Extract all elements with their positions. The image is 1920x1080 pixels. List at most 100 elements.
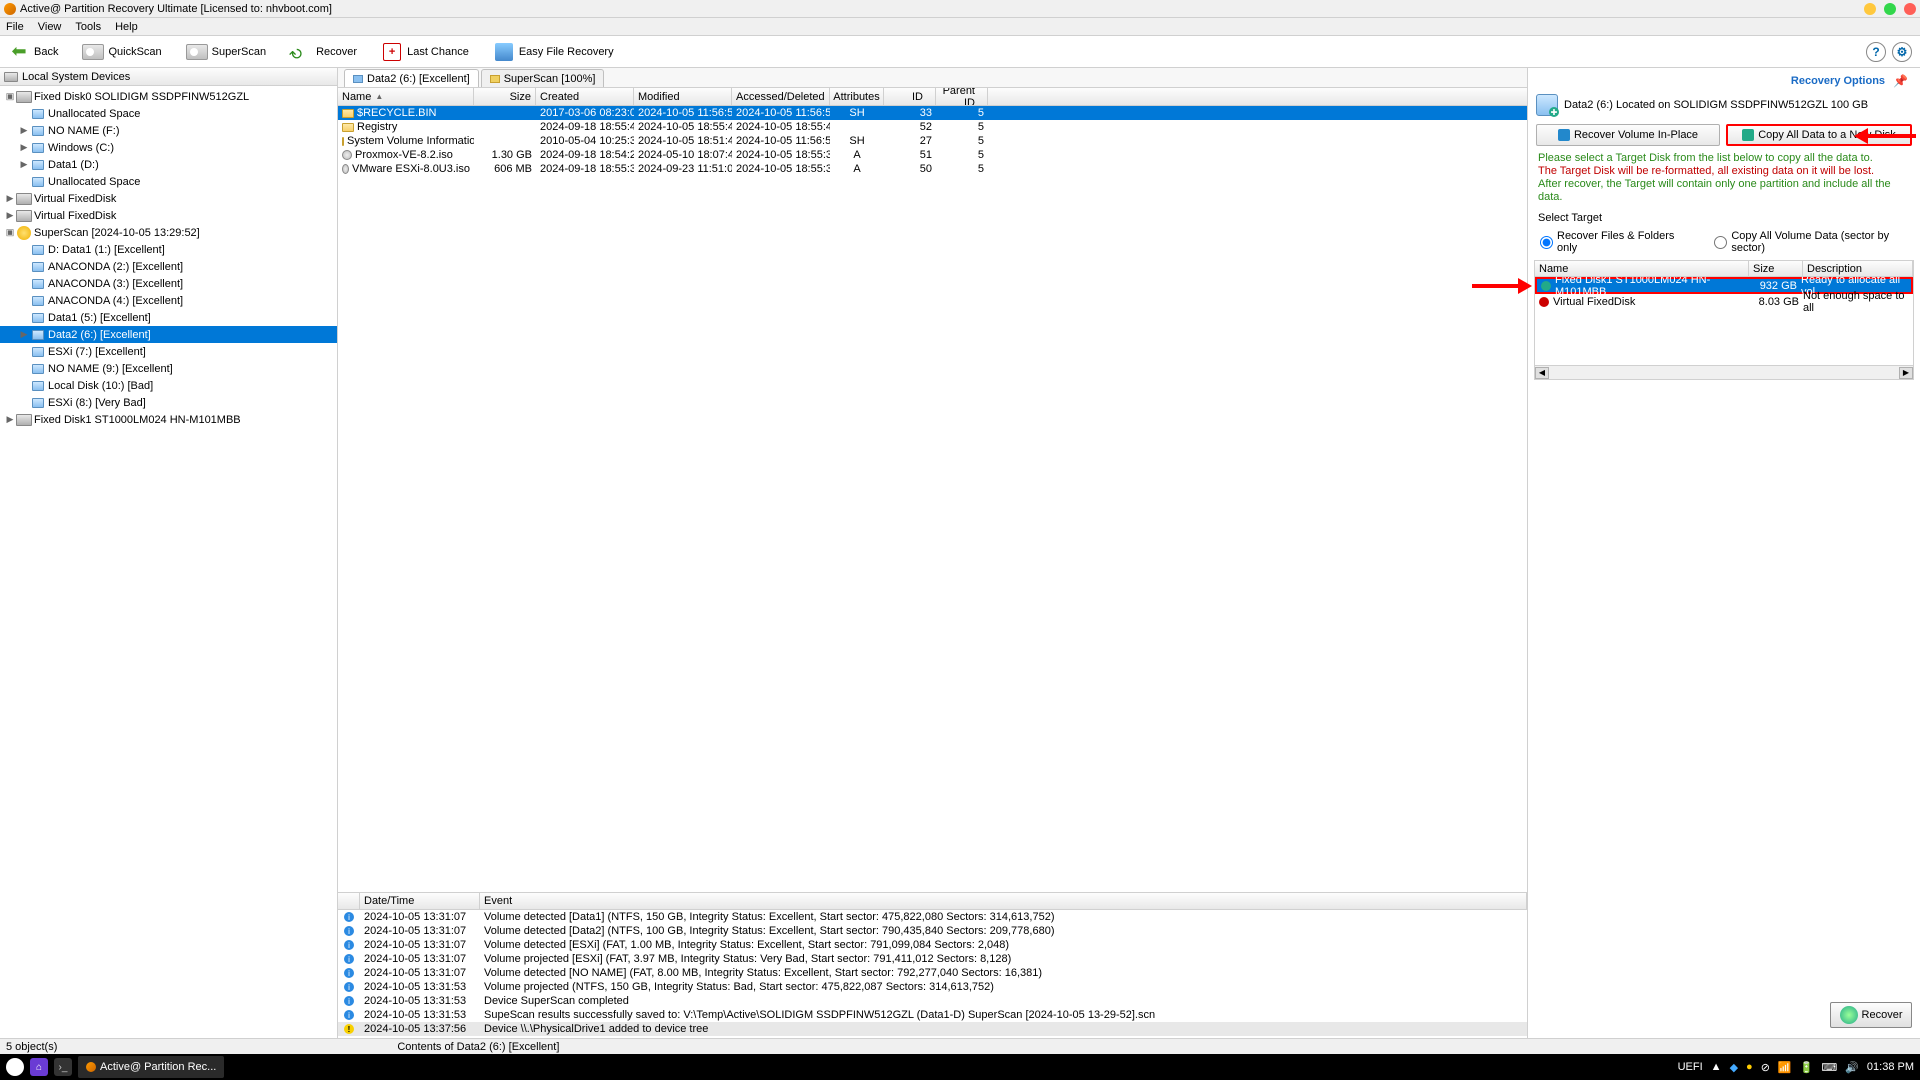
log-col-event[interactable]: Event — [480, 893, 1527, 909]
expander-icon[interactable]: ▶ — [4, 414, 16, 425]
settings-icon[interactable]: ⚙ — [1892, 42, 1912, 62]
tab-superscan[interactable]: SuperScan [100%] — [481, 69, 605, 87]
expander-icon[interactable]: ▣ — [4, 91, 16, 102]
superscan-button[interactable]: SuperScan — [186, 41, 266, 63]
start-button[interactable] — [6, 1058, 24, 1076]
log-row[interactable]: i2024-10-05 13:31:07Volume detected [ESX… — [338, 938, 1527, 952]
col-modified[interactable]: Modified — [634, 88, 732, 105]
scroll-right-button[interactable]: ▶ — [1899, 367, 1913, 379]
clock[interactable]: 01:38 PM — [1867, 1061, 1914, 1073]
tree-node[interactable]: ▶Virtual FixedDisk — [0, 207, 337, 224]
log-row[interactable]: !2024-10-05 13:37:56Device \\.\PhysicalD… — [338, 1022, 1527, 1036]
device-tree[interactable]: ▣Fixed Disk0 SOLIDIGM SSDPFINW512GZLUnal… — [0, 86, 337, 1038]
col-accessed[interactable]: Accessed/Deleted — [732, 88, 830, 105]
log-list[interactable]: i2024-10-05 13:31:07Volume detected [Dat… — [338, 910, 1527, 1038]
tree-node[interactable]: D: Data1 (1:) [Excellent] — [0, 241, 337, 258]
tree-node[interactable]: ▶Windows (C:) — [0, 139, 337, 156]
help-icon[interactable]: ? — [1866, 42, 1886, 62]
col-parent-id[interactable]: Parent ID — [936, 88, 988, 105]
file-row[interactable]: Proxmox-VE-8.2.iso1.30 GB2024-09-18 18:5… — [338, 148, 1527, 162]
expander-icon[interactable]: ▶ — [18, 159, 30, 170]
menu-view[interactable]: View — [38, 21, 62, 33]
taskbar-app-icon[interactable]: ⌂ — [30, 1058, 48, 1076]
tree-node[interactable]: ESXi (8:) [Very Bad] — [0, 394, 337, 411]
tree-node[interactable]: ▣Fixed Disk0 SOLIDIGM SSDPFINW512GZL — [0, 88, 337, 105]
tree-node[interactable]: ▶Fixed Disk1 ST1000LM024 HN-M101MBB — [0, 411, 337, 428]
target-col-name[interactable]: Name — [1535, 261, 1749, 276]
tree-node[interactable]: Unallocated Space — [0, 105, 337, 122]
scroll-left-button[interactable]: ◀ — [1535, 367, 1549, 379]
tree-node[interactable]: Unallocated Space — [0, 173, 337, 190]
recover-execute-button[interactable]: Recover — [1830, 1002, 1912, 1028]
tree-node[interactable]: ▶Data1 (D:) — [0, 156, 337, 173]
col-id[interactable]: ID — [884, 88, 936, 105]
expander-icon[interactable]: ▶ — [4, 193, 16, 204]
maximize-button[interactable] — [1884, 3, 1896, 15]
file-row[interactable]: Registry2024-09-18 18:55:442024-10-05 18… — [338, 120, 1527, 134]
tray-icon[interactable]: ● — [1746, 1061, 1753, 1073]
tree-node[interactable]: ▶NO NAME (F:) — [0, 122, 337, 139]
target-scrollbar[interactable]: ◀ ▶ — [1535, 365, 1913, 379]
log-row[interactable]: i2024-10-05 13:31:53Device SuperScan com… — [338, 994, 1527, 1008]
keyboard-icon[interactable]: ⌨ — [1821, 1061, 1837, 1074]
tree-node[interactable]: ▶Data2 (6:) [Excellent] — [0, 326, 337, 343]
menu-help[interactable]: Help — [115, 21, 138, 33]
pin-icon[interactable]: 📌 — [1893, 74, 1908, 88]
log-row[interactable]: i2024-10-05 13:31:07Volume projected [ES… — [338, 952, 1527, 966]
tree-node[interactable]: ▶Virtual FixedDisk — [0, 190, 337, 207]
target-col-size[interactable]: Size — [1749, 261, 1803, 276]
col-name[interactable]: Name▲ — [338, 88, 474, 105]
radio-files-folders[interactable]: Recover Files & Folders only — [1540, 230, 1684, 254]
expander-icon[interactable]: ▣ — [4, 227, 16, 238]
tree-node[interactable]: ANACONDA (4:) [Excellent] — [0, 292, 337, 309]
log-col-datetime[interactable]: Date/Time — [360, 893, 480, 909]
tray-icon[interactable]: ⊘ — [1761, 1061, 1770, 1074]
quickscan-button[interactable]: QuickScan — [82, 41, 161, 63]
menu-tools[interactable]: Tools — [75, 21, 101, 33]
tree-node[interactable]: ESXi (7:) [Excellent] — [0, 343, 337, 360]
target-disk-row[interactable]: Virtual FixedDisk8.03 GBNot enough space… — [1535, 294, 1913, 309]
expander-icon[interactable]: ▶ — [18, 125, 30, 136]
file-row[interactable]: $RECYCLE.BIN2017-03-06 08:23:032024-10-0… — [338, 106, 1527, 120]
wifi-icon[interactable]: 📶 — [1778, 1061, 1792, 1074]
tree-node[interactable]: ANACONDA (2:) [Excellent] — [0, 258, 337, 275]
log-row[interactable]: i2024-10-05 13:31:53SupeScan results suc… — [338, 1008, 1527, 1022]
file-row[interactable]: System Volume Information2010-05-04 10:2… — [338, 134, 1527, 148]
log-row[interactable]: i2024-10-05 13:31:07Volume detected [Dat… — [338, 910, 1527, 924]
expander-icon[interactable]: ▶ — [4, 210, 16, 221]
tree-node[interactable]: Local Disk (10:) [Bad] — [0, 377, 337, 394]
taskbar-app-active[interactable]: Active@ Partition Rec... — [78, 1056, 224, 1078]
col-created[interactable]: Created — [536, 88, 634, 105]
easy-recovery-button[interactable]: Easy File Recovery — [493, 41, 614, 63]
expander-icon[interactable]: ▶ — [18, 329, 30, 340]
tree-node[interactable]: ANACONDA (3:) [Excellent] — [0, 275, 337, 292]
close-button[interactable] — [1904, 3, 1916, 15]
radio-sector-copy[interactable]: Copy All Volume Data (sector by sector) — [1714, 230, 1908, 254]
taskbar-terminal-icon[interactable]: ›_ — [54, 1058, 72, 1076]
tree-node[interactable]: NO NAME (9:) [Excellent] — [0, 360, 337, 377]
tray-icon[interactable]: ◆ — [1730, 1061, 1738, 1074]
lastchance-button[interactable]: + Last Chance — [381, 41, 469, 63]
recover-in-place-button[interactable]: Recover Volume In-Place — [1536, 124, 1720, 146]
col-attributes[interactable]: Attributes — [830, 88, 884, 105]
log-row[interactable]: i2024-10-05 13:31:07Volume detected [NO … — [338, 966, 1527, 980]
menu-file[interactable]: File — [6, 21, 24, 33]
target-col-desc[interactable]: Description — [1803, 261, 1913, 276]
file-row[interactable]: VMware ESXi-8.0U3.iso606 MB2024-09-18 18… — [338, 162, 1527, 176]
volume-icon[interactable]: 🔊 — [1845, 1061, 1859, 1074]
expander-icon[interactable]: ▶ — [18, 142, 30, 153]
tray-icon[interactable]: ▲ — [1711, 1061, 1722, 1073]
file-list[interactable]: $RECYCLE.BIN2017-03-06 08:23:032024-10-0… — [338, 106, 1527, 892]
scan-icon — [490, 75, 500, 83]
battery-icon[interactable]: 🔋 — [1800, 1061, 1814, 1074]
minimize-button[interactable] — [1864, 3, 1876, 15]
tree-node[interactable]: ▣SuperScan [2024-10-05 13:29:52] — [0, 224, 337, 241]
back-arrow-icon: ⬅ — [8, 41, 30, 63]
recover-button[interactable]: ↻ Recover — [290, 41, 357, 63]
tab-data2[interactable]: Data2 (6:) [Excellent] — [344, 69, 479, 87]
tree-node[interactable]: Data1 (5:) [Excellent] — [0, 309, 337, 326]
col-size[interactable]: Size — [474, 88, 536, 105]
log-row[interactable]: i2024-10-05 13:31:07Volume detected [Dat… — [338, 924, 1527, 938]
back-button[interactable]: ⬅ Back — [8, 41, 58, 63]
log-row[interactable]: i2024-10-05 13:31:53Volume projected (NT… — [338, 980, 1527, 994]
